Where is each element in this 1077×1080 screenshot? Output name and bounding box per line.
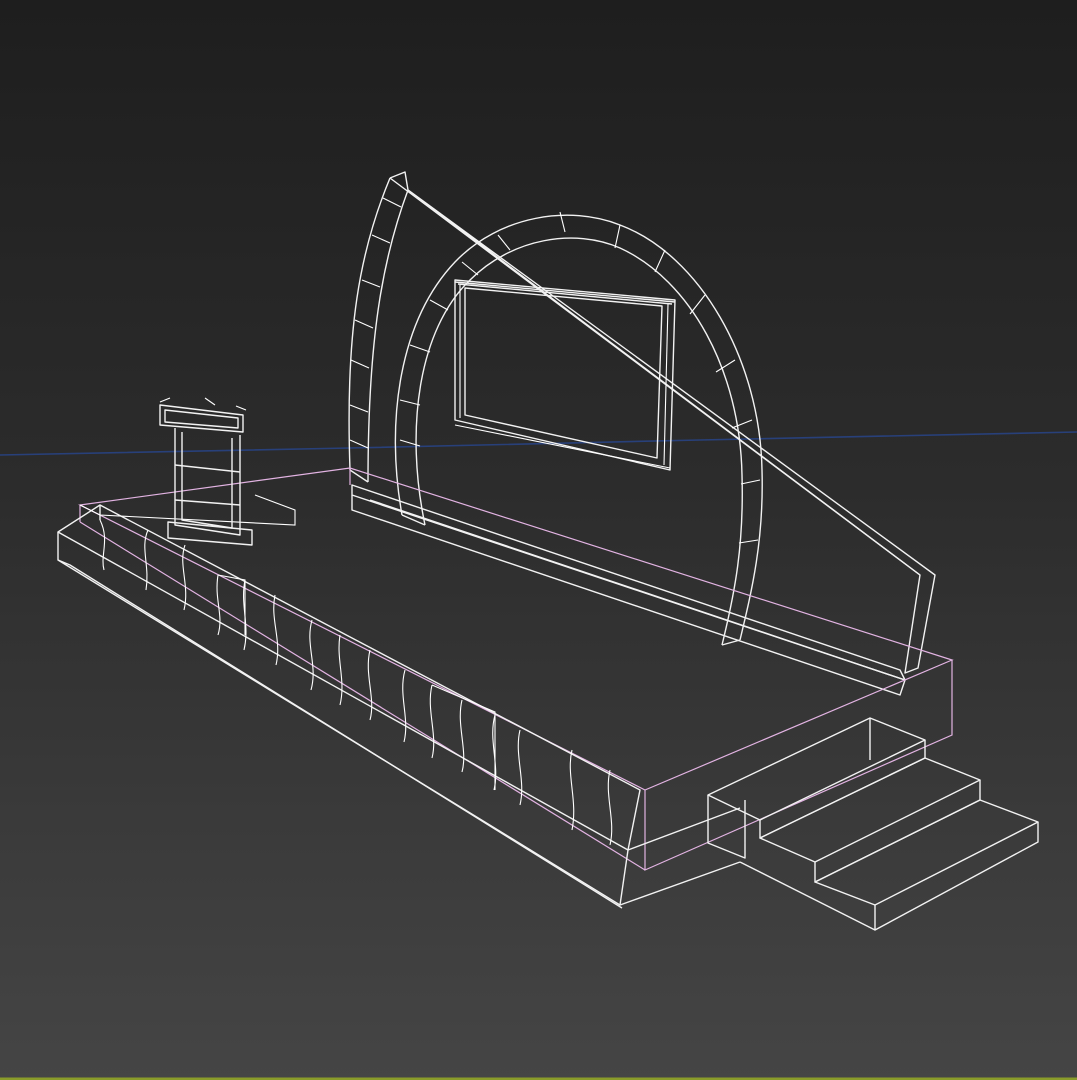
front-steps[interactable] [707,717,1039,931]
wireframe-scene[interactable] [0,0,1077,1080]
curb-border[interactable] [57,494,741,909]
headstone-base-step [351,484,906,696]
flower-vase[interactable] [159,397,253,546]
ring-arch[interactable] [394,211,763,646]
headstone-arc-slab[interactable] [348,171,936,674]
horizon-line [0,431,1077,456]
3d-viewport[interactable] [0,0,1077,1080]
